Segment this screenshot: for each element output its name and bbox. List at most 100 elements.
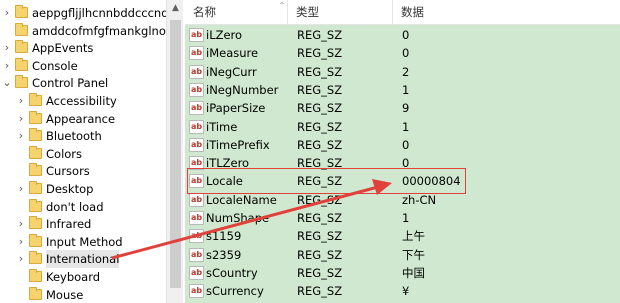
registry-value-row[interactable]: ab iPaperSize REG_SZ 9	[185, 99, 620, 117]
chevron-right-icon[interactable]: ›	[16, 180, 26, 198]
reg-sz-icon: ab	[189, 28, 204, 42]
tree-item[interactable]: › Console	[0, 57, 166, 75]
chevron-right-icon[interactable]: ›	[16, 233, 26, 251]
tree-item[interactable]: › Appearance	[0, 110, 166, 128]
scrollbar-thumb[interactable]	[170, 20, 181, 288]
value-name: iMeasure	[206, 46, 259, 61]
folder-icon	[29, 286, 42, 300]
registry-value-row[interactable]: ab iTime REG_SZ 1	[185, 118, 620, 136]
tree-item-label: Console	[32, 58, 78, 73]
value-name: NumShape	[206, 211, 270, 225]
reg-sz-icon: ab	[189, 119, 204, 134]
tree-scrollbar[interactable]: ▲	[166, 0, 183, 303]
registry-value-row[interactable]: ab iNegNumber REG_SZ 1	[185, 81, 620, 99]
reg-sz-icon: ab	[189, 101, 204, 116]
registry-value-row[interactable]: ab iNegCurr REG_SZ 2	[185, 63, 620, 81]
value-type: REG_SZ	[297, 82, 343, 97]
tree-item-label: Colors	[46, 146, 83, 161]
tree-item[interactable]: › Infrared	[0, 215, 166, 233]
list-header: ⌃ 名称 类型 数据	[185, 0, 620, 25]
value-data: 9	[402, 101, 410, 116]
chevron-right-icon[interactable]: ›	[16, 110, 26, 128]
value-type: REG_SZ	[297, 211, 343, 225]
chevron-right-icon[interactable]: ›	[2, 4, 12, 22]
tree-item[interactable]: Keyboard	[0, 268, 166, 286]
reg-sz-icon: ab	[189, 192, 204, 207]
chevron-right-icon[interactable]: ›	[16, 250, 26, 268]
column-header-data[interactable]: 数据	[393, 0, 620, 25]
chevron-right-icon[interactable]: ›	[2, 39, 12, 57]
folder-icon	[29, 251, 42, 265]
chevron-down-icon[interactable]: ⌄	[2, 74, 12, 92]
tree-item-label: Desktop	[46, 182, 94, 196]
value-type: REG_SZ	[297, 229, 343, 244]
registry-key-tree[interactable]: › aeppgfljjlhcnnbddcccndljoc amddcofmfgfma…	[0, 0, 166, 303]
tree-item[interactable]: Mouse	[0, 286, 166, 303]
folder-icon	[29, 233, 42, 247]
reg-sz-icon: ab	[189, 82, 204, 97]
value-data: 下午	[402, 247, 425, 262]
tree-item[interactable]: don't load	[0, 198, 166, 216]
folder-icon	[29, 145, 42, 159]
column-header-type[interactable]: 类型	[288, 0, 393, 25]
tree-item-label: Mouse	[46, 287, 84, 302]
tree-item[interactable]: amddcofmfgfmankglnohhg	[0, 22, 166, 40]
folder-icon	[29, 163, 42, 177]
value-data: 1	[402, 211, 410, 225]
tree-item[interactable]: ⌄ Control Panel	[0, 74, 166, 92]
tree-item[interactable]: › Bluetooth	[0, 127, 166, 145]
value-name: sCountry	[206, 265, 258, 280]
tree-item-label: Infrared	[46, 217, 92, 232]
folder-icon	[29, 269, 42, 282]
tree-item[interactable]: Colors	[0, 145, 166, 163]
chevron-right-icon[interactable]: ›	[16, 215, 26, 233]
value-data: 中国	[402, 265, 425, 280]
folder-icon	[15, 5, 28, 18]
folder-icon	[15, 75, 28, 89]
value-type: REG_SZ	[297, 101, 343, 116]
reg-sz-icon: ab	[189, 265, 204, 280]
value-type: REG_SZ	[297, 46, 343, 61]
registry-value-row[interactable]: ab iMeasure REG_SZ 0	[185, 44, 620, 62]
tree-item[interactable]: › Desktop	[0, 180, 166, 198]
locale-highlight-box	[187, 168, 466, 194]
value-name: iNegNumber	[206, 82, 279, 97]
registry-value-row[interactable]: ab sCurrency REG_SZ ¥	[185, 282, 620, 300]
registry-value-row[interactable]: ab iLZero REG_SZ 0	[185, 26, 620, 44]
registry-value-row[interactable]: ab NumShape REG_SZ 1	[185, 209, 620, 227]
value-type: REG_SZ	[297, 284, 343, 299]
registry-value-row[interactable]: ab s2359 REG_SZ 下午	[185, 246, 620, 264]
tree-item[interactable]: › Accessibility	[0, 92, 166, 110]
scroll-up-icon[interactable]: ▲	[167, 0, 184, 17]
registry-value-row[interactable]: ab sCountry REG_SZ 中国	[185, 264, 620, 282]
value-data: 1	[402, 119, 410, 134]
value-data: 1	[402, 82, 410, 97]
value-name: iNegCurr	[206, 64, 257, 79]
column-header-name[interactable]: 名称	[185, 0, 288, 25]
registry-value-row[interactable]: ab iTimePrefix REG_SZ 0	[185, 136, 620, 154]
chevron-right-icon[interactable]: ›	[16, 127, 26, 145]
tree-item[interactable]: › International	[0, 250, 166, 269]
tree-item[interactable]: › aeppgfljjlhcnnbddcccndljoc	[0, 4, 166, 22]
chevron-right-icon[interactable]: ›	[2, 57, 12, 75]
tree-item[interactable]: Cursors	[0, 162, 166, 180]
value-type: REG_SZ	[297, 28, 343, 42]
folder-icon	[29, 93, 42, 106]
folder-icon	[15, 40, 28, 54]
reg-sz-icon: ab	[189, 137, 204, 152]
reg-sz-icon: ab	[189, 229, 204, 244]
chevron-right-icon[interactable]: ›	[16, 92, 26, 110]
value-name: s2359	[206, 247, 242, 262]
folder-icon	[29, 216, 42, 230]
reg-sz-icon: ab	[189, 211, 204, 225]
value-name: s1159	[206, 229, 242, 244]
tree-item-label: Keyboard	[46, 270, 101, 284]
registry-values-list[interactable]: ⌃ 名称 类型 数据 ab iLZero REG_SZ 0 ab iMeasure REG_…	[185, 0, 620, 303]
tree-item-label: amddcofmfgfmankglnohhg	[32, 23, 166, 38]
tree-item[interactable]: › Input Method	[0, 233, 166, 251]
registry-value-row[interactable]: ab s1159 REG_SZ 上午	[185, 227, 620, 245]
value-name: iPaperSize	[206, 101, 266, 116]
tree-item[interactable]: › AppEvents	[0, 39, 166, 57]
